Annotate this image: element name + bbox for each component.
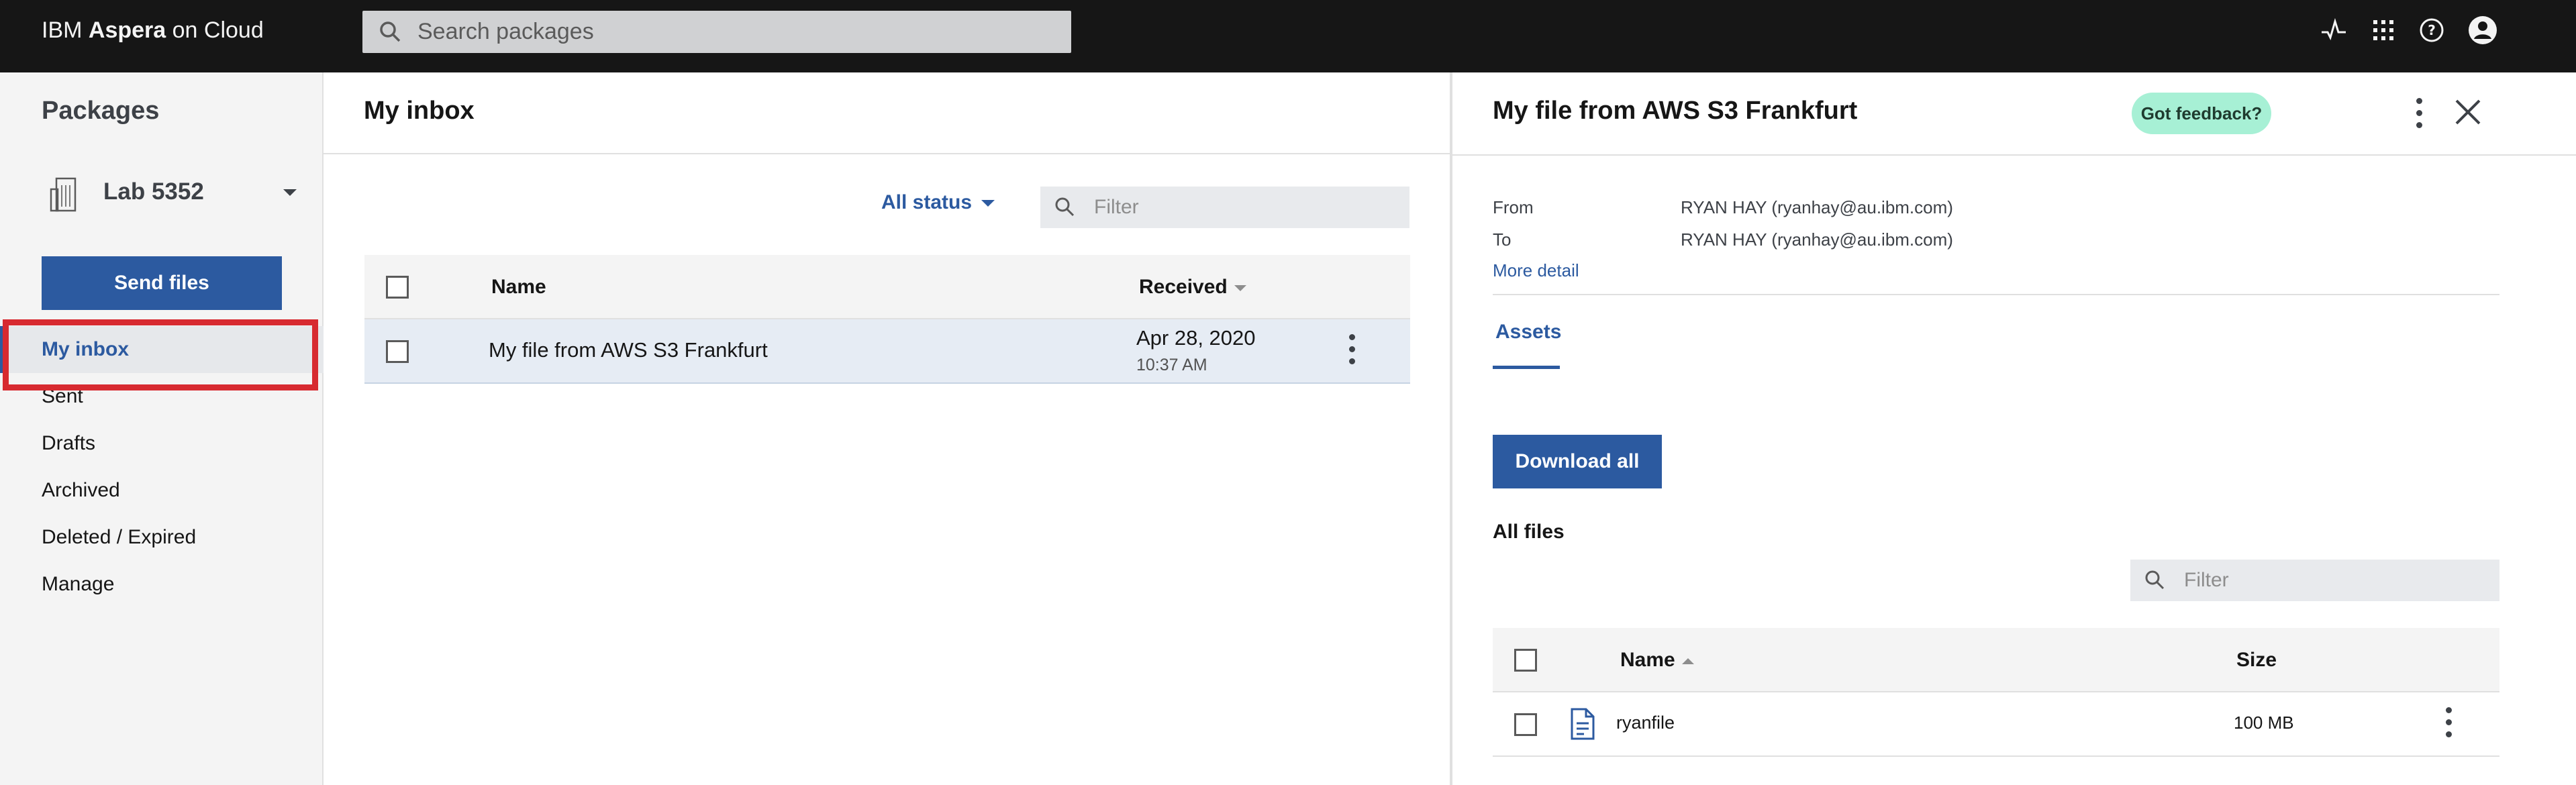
top-bar: IBM Aspera on Cloud Search packages ?	[0, 0, 2576, 72]
received-date: Apr 28, 2020	[1136, 326, 1256, 350]
file-size: 100 MB	[2234, 713, 2294, 733]
table-row[interactable]: My file from AWS S3 Frankfurt Apr 28, 20…	[364, 319, 1410, 384]
page-title: My inbox	[364, 97, 475, 125]
filter-placeholder: Filter	[2184, 569, 2229, 591]
column-file-name[interactable]: Name	[1620, 628, 1694, 692]
sort-ascending-icon	[1681, 658, 1694, 664]
sidebar: Packages Lab 5352 Send files My inbox Se…	[0, 72, 324, 785]
header-divider	[1452, 154, 2576, 156]
workspace-selector[interactable]: Lab 5352	[42, 168, 297, 221]
divider	[1493, 294, 2499, 295]
status-filter-label: All status	[881, 191, 973, 213]
from-label: From	[1493, 197, 1534, 217]
caret-down-icon	[981, 200, 995, 207]
filter-placeholder: Filter	[1094, 196, 1139, 218]
received-time: 10:37 AM	[1136, 356, 1207, 374]
brand-bold: Aspera	[88, 17, 166, 43]
inbox-header: My inbox	[324, 72, 1450, 154]
brand-prefix: IBM	[42, 17, 89, 43]
file-overflow-menu-icon[interactable]	[2446, 707, 2454, 743]
detail-title: My file from AWS S3 Frankfurt	[1493, 97, 1858, 125]
close-icon[interactable]	[2451, 95, 2485, 129]
package-name[interactable]: My file from AWS S3 Frankfurt	[489, 338, 768, 362]
svg-text:?: ?	[2428, 22, 2436, 38]
sidebar-item-deleted-expired[interactable]: Deleted / Expired	[0, 514, 324, 561]
inbox-filter-input[interactable]: Filter	[1040, 187, 1409, 228]
building-icon	[50, 177, 77, 212]
sidebar-title: Packages	[42, 97, 160, 125]
table-header: Name Received	[364, 255, 1410, 319]
search-icon	[1055, 197, 1075, 217]
feedback-button[interactable]: Got feedback?	[2132, 93, 2271, 134]
tab-assets[interactable]: Assets	[1493, 321, 1561, 369]
search-icon	[2145, 570, 2165, 590]
send-files-button[interactable]: Send files	[42, 256, 282, 310]
detail-overflow-menu-icon[interactable]	[2416, 98, 2424, 134]
column-received-label: Received	[1139, 276, 1228, 298]
column-name[interactable]: Name	[491, 255, 546, 319]
inbox-table: Name Received My file from AWS S3 Frankf…	[364, 255, 1410, 384]
to-label: To	[1493, 229, 1512, 250]
from-value: RYAN HAY (ryanhay@au.ibm.com)	[1681, 197, 1953, 217]
workspace-name: Lab 5352	[103, 178, 204, 205]
select-all-checkbox[interactable]	[386, 276, 409, 299]
files-table: Name Size ryanfile 100 MB	[1493, 628, 2499, 757]
document-icon	[1571, 708, 1595, 740]
search-icon	[380, 21, 401, 42]
to-value: RYAN HAY (ryanhay@au.ibm.com)	[1681, 229, 1953, 250]
package-detail-panel: My file from AWS S3 Frankfurt Got feedba…	[1450, 72, 2576, 785]
chevron-down-icon[interactable]	[283, 189, 297, 196]
sidebar-item-drafts[interactable]: Drafts	[0, 420, 324, 467]
more-detail-link[interactable]: More detail	[1493, 260, 1579, 281]
select-all-files-checkbox[interactable]	[1514, 649, 1537, 672]
sidebar-item-manage[interactable]: Manage	[0, 561, 324, 608]
brand-logo[interactable]: IBM Aspera on Cloud	[42, 0, 264, 60]
column-size[interactable]: Size	[2236, 628, 2277, 692]
search-input[interactable]: Search packages	[362, 11, 1071, 53]
column-file-name-label: Name	[1620, 649, 1675, 671]
overflow-menu-icon[interactable]	[1349, 334, 1357, 370]
brand-suffix: on Cloud	[166, 17, 264, 43]
activity-icon[interactable]	[2320, 16, 2348, 44]
user-avatar-icon[interactable]	[2467, 15, 2498, 46]
file-name[interactable]: ryanfile	[1616, 713, 1675, 733]
status-filter-dropdown[interactable]: All status	[881, 191, 995, 214]
file-row-checkbox[interactable]	[1514, 713, 1537, 736]
files-filter-input[interactable]: Filter	[2130, 560, 2499, 601]
help-icon[interactable]: ?	[2418, 16, 2446, 44]
files-table-header: Name Size	[1493, 628, 2499, 692]
row-checkbox[interactable]	[386, 340, 409, 363]
sidebar-item-archived[interactable]: Archived	[0, 467, 324, 514]
all-files-heading: All files	[1493, 521, 1565, 543]
sort-descending-icon	[1234, 284, 1246, 291]
download-all-button[interactable]: Download all	[1493, 435, 1662, 488]
search-placeholder: Search packages	[417, 19, 594, 44]
column-received[interactable]: Received	[1139, 255, 1246, 319]
file-row[interactable]: ryanfile 100 MB	[1493, 692, 2499, 757]
app-switcher-icon[interactable]	[2369, 16, 2397, 44]
highlight-annotation	[3, 319, 318, 390]
